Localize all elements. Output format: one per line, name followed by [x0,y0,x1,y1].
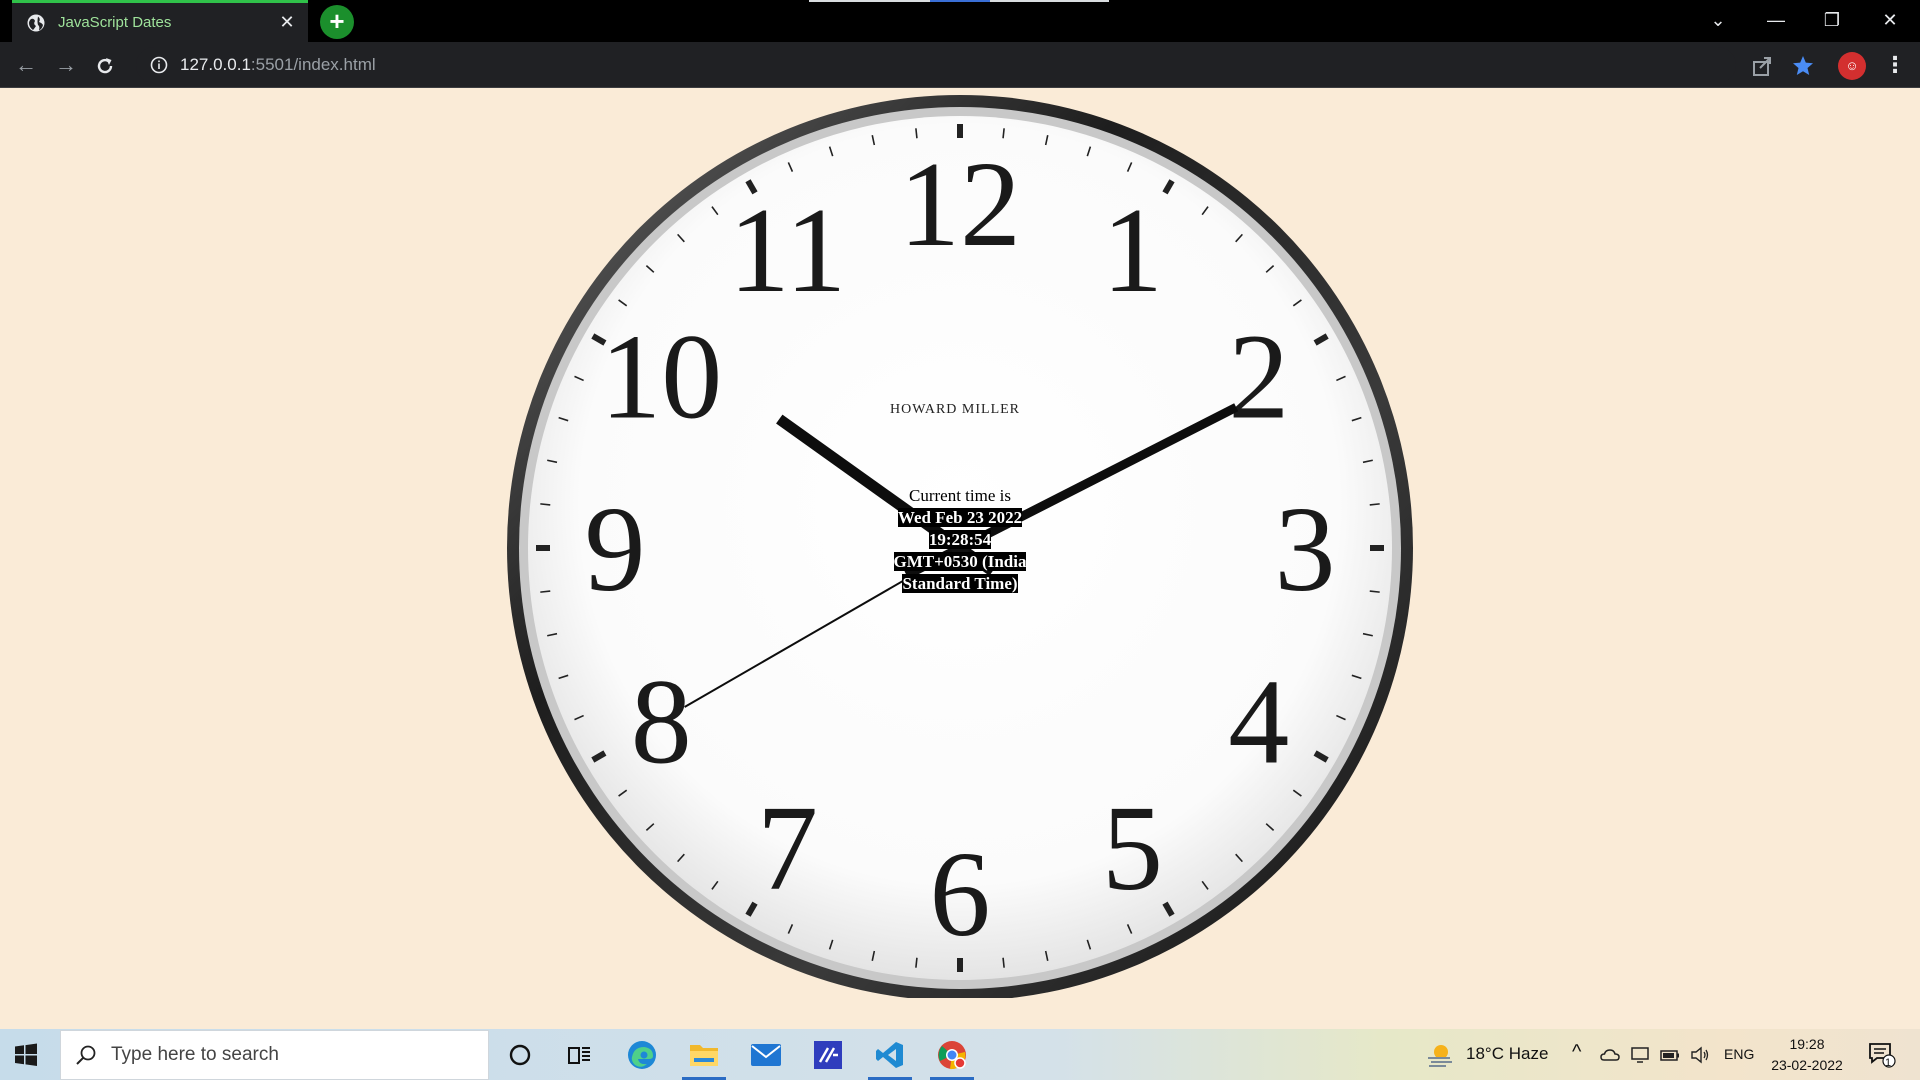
minimize-button[interactable]: — [1748,0,1804,40]
cortana-icon[interactable] [492,1029,548,1080]
search-placeholder: Type here to search [111,1044,279,1065]
network-display-icon[interactable] [1630,1045,1650,1065]
volume-icon[interactable] [1690,1045,1710,1065]
input-language[interactable]: ENG [1724,1046,1754,1062]
page-viewport: 12 1 2 3 4 5 6 7 8 9 10 11 HOWARD MILLER Current ti… [0,88,1920,1029]
windows-taskbar: Type here to search 18°C Haze ^ ENG 19:2… [0,1029,1920,1080]
profile-avatar[interactable]: ☺ [1838,52,1866,80]
restore-button[interactable]: ❐ [1804,0,1860,40]
close-window-button[interactable]: ✕ [1862,0,1918,40]
battery-icon[interactable] [1660,1045,1680,1065]
onedrive-icon[interactable] [1600,1045,1620,1065]
clock-numeral-7: 7 [757,781,818,916]
file-explorer-icon[interactable] [676,1029,732,1080]
task-view-icon[interactable] [552,1029,608,1080]
clock-numeral-9: 9 [585,482,646,617]
edge-icon[interactable] [614,1029,670,1080]
browser-tab[interactable]: JavaScript Dates ✕ [12,0,308,42]
notification-count: 1 [1885,1057,1892,1069]
minute-tick [1002,957,1005,968]
current-time-display: Current time is Wed Feb 23 2022 19:28:54… [890,485,1030,595]
weather-haze-icon[interactable] [1426,1043,1454,1067]
clock-numeral-6: 6 [930,827,991,962]
clock-numeral-2: 2 [1228,310,1289,445]
search-icon [76,1045,96,1065]
forward-arrow-icon[interactable]: → [52,52,80,80]
close-tab-icon[interactable]: ✕ [276,12,298,33]
clock-brand: HOWARD MILLER [890,402,1020,417]
clock-numeral-5: 5 [1102,781,1163,916]
clock-numeral-3: 3 [1275,482,1336,617]
current-time-label: Current time is [909,486,1011,505]
browser-tab-strip: JavaScript Dates ✕ + ⌄ — ❐ ✕ [0,0,1920,42]
windows-start-icon[interactable] [14,1043,38,1067]
minute-tick [540,503,551,506]
address-bar[interactable]: 127.0.0.1 :5501/index.html [136,47,1736,83]
minute-tick [1369,590,1380,593]
clock-numeral-11: 11 [729,183,846,318]
taskbar-search-box[interactable]: Type here to search [60,1030,489,1080]
url-path: :5501/index.html [250,55,376,74]
menu-kebab-icon[interactable]: ⋮ [1884,52,1906,80]
notification-center-icon[interactable] [1868,1042,1896,1068]
vscode-icon[interactable] [862,1029,918,1080]
visual-studio-icon[interactable] [800,1029,856,1080]
url-host: 127.0.0.1 [180,55,251,74]
minute-tick [1369,503,1380,506]
minute-tick [540,590,551,593]
system-time: 19:28 [1789,1036,1825,1052]
clock-numeral-1: 1 [1102,183,1163,318]
clock-numeral-10: 10 [600,310,722,445]
tab-search-icon[interactable]: ⌄ [1690,0,1746,40]
clock-numeral-4: 4 [1228,655,1289,790]
tab-title: JavaScript Dates [58,14,172,31]
new-tab-button[interactable]: + [320,5,354,39]
chevron-up-icon[interactable]: ^ [1572,1041,1581,1064]
globe-icon [27,14,45,31]
clock-numeral-8: 8 [631,655,692,790]
system-date: 23-02-2022 [1771,1057,1843,1073]
minute-tick [915,957,918,968]
clock-numeral-12: 12 [899,137,1021,272]
weather-text[interactable]: 18°C Haze [1466,1044,1548,1064]
system-clock[interactable]: 19:28 23-02-2022 [1762,1034,1852,1076]
window-drag-accent [930,0,990,2]
bookmark-star-icon[interactable] [1790,53,1816,79]
chrome-icon[interactable] [924,1029,980,1080]
share-icon[interactable] [1750,53,1776,79]
back-arrow-icon[interactable]: ← [12,52,40,80]
current-time-value: Wed Feb 23 2022 19:28:54 GMT+0530 (India… [893,508,1027,593]
mail-icon[interactable] [738,1029,794,1080]
reload-icon[interactable] [94,55,116,77]
browser-toolbar: ← → 127.0.0.1 :5501/index.html ☺ ⋮ [0,42,1920,88]
info-icon[interactable] [150,56,168,74]
